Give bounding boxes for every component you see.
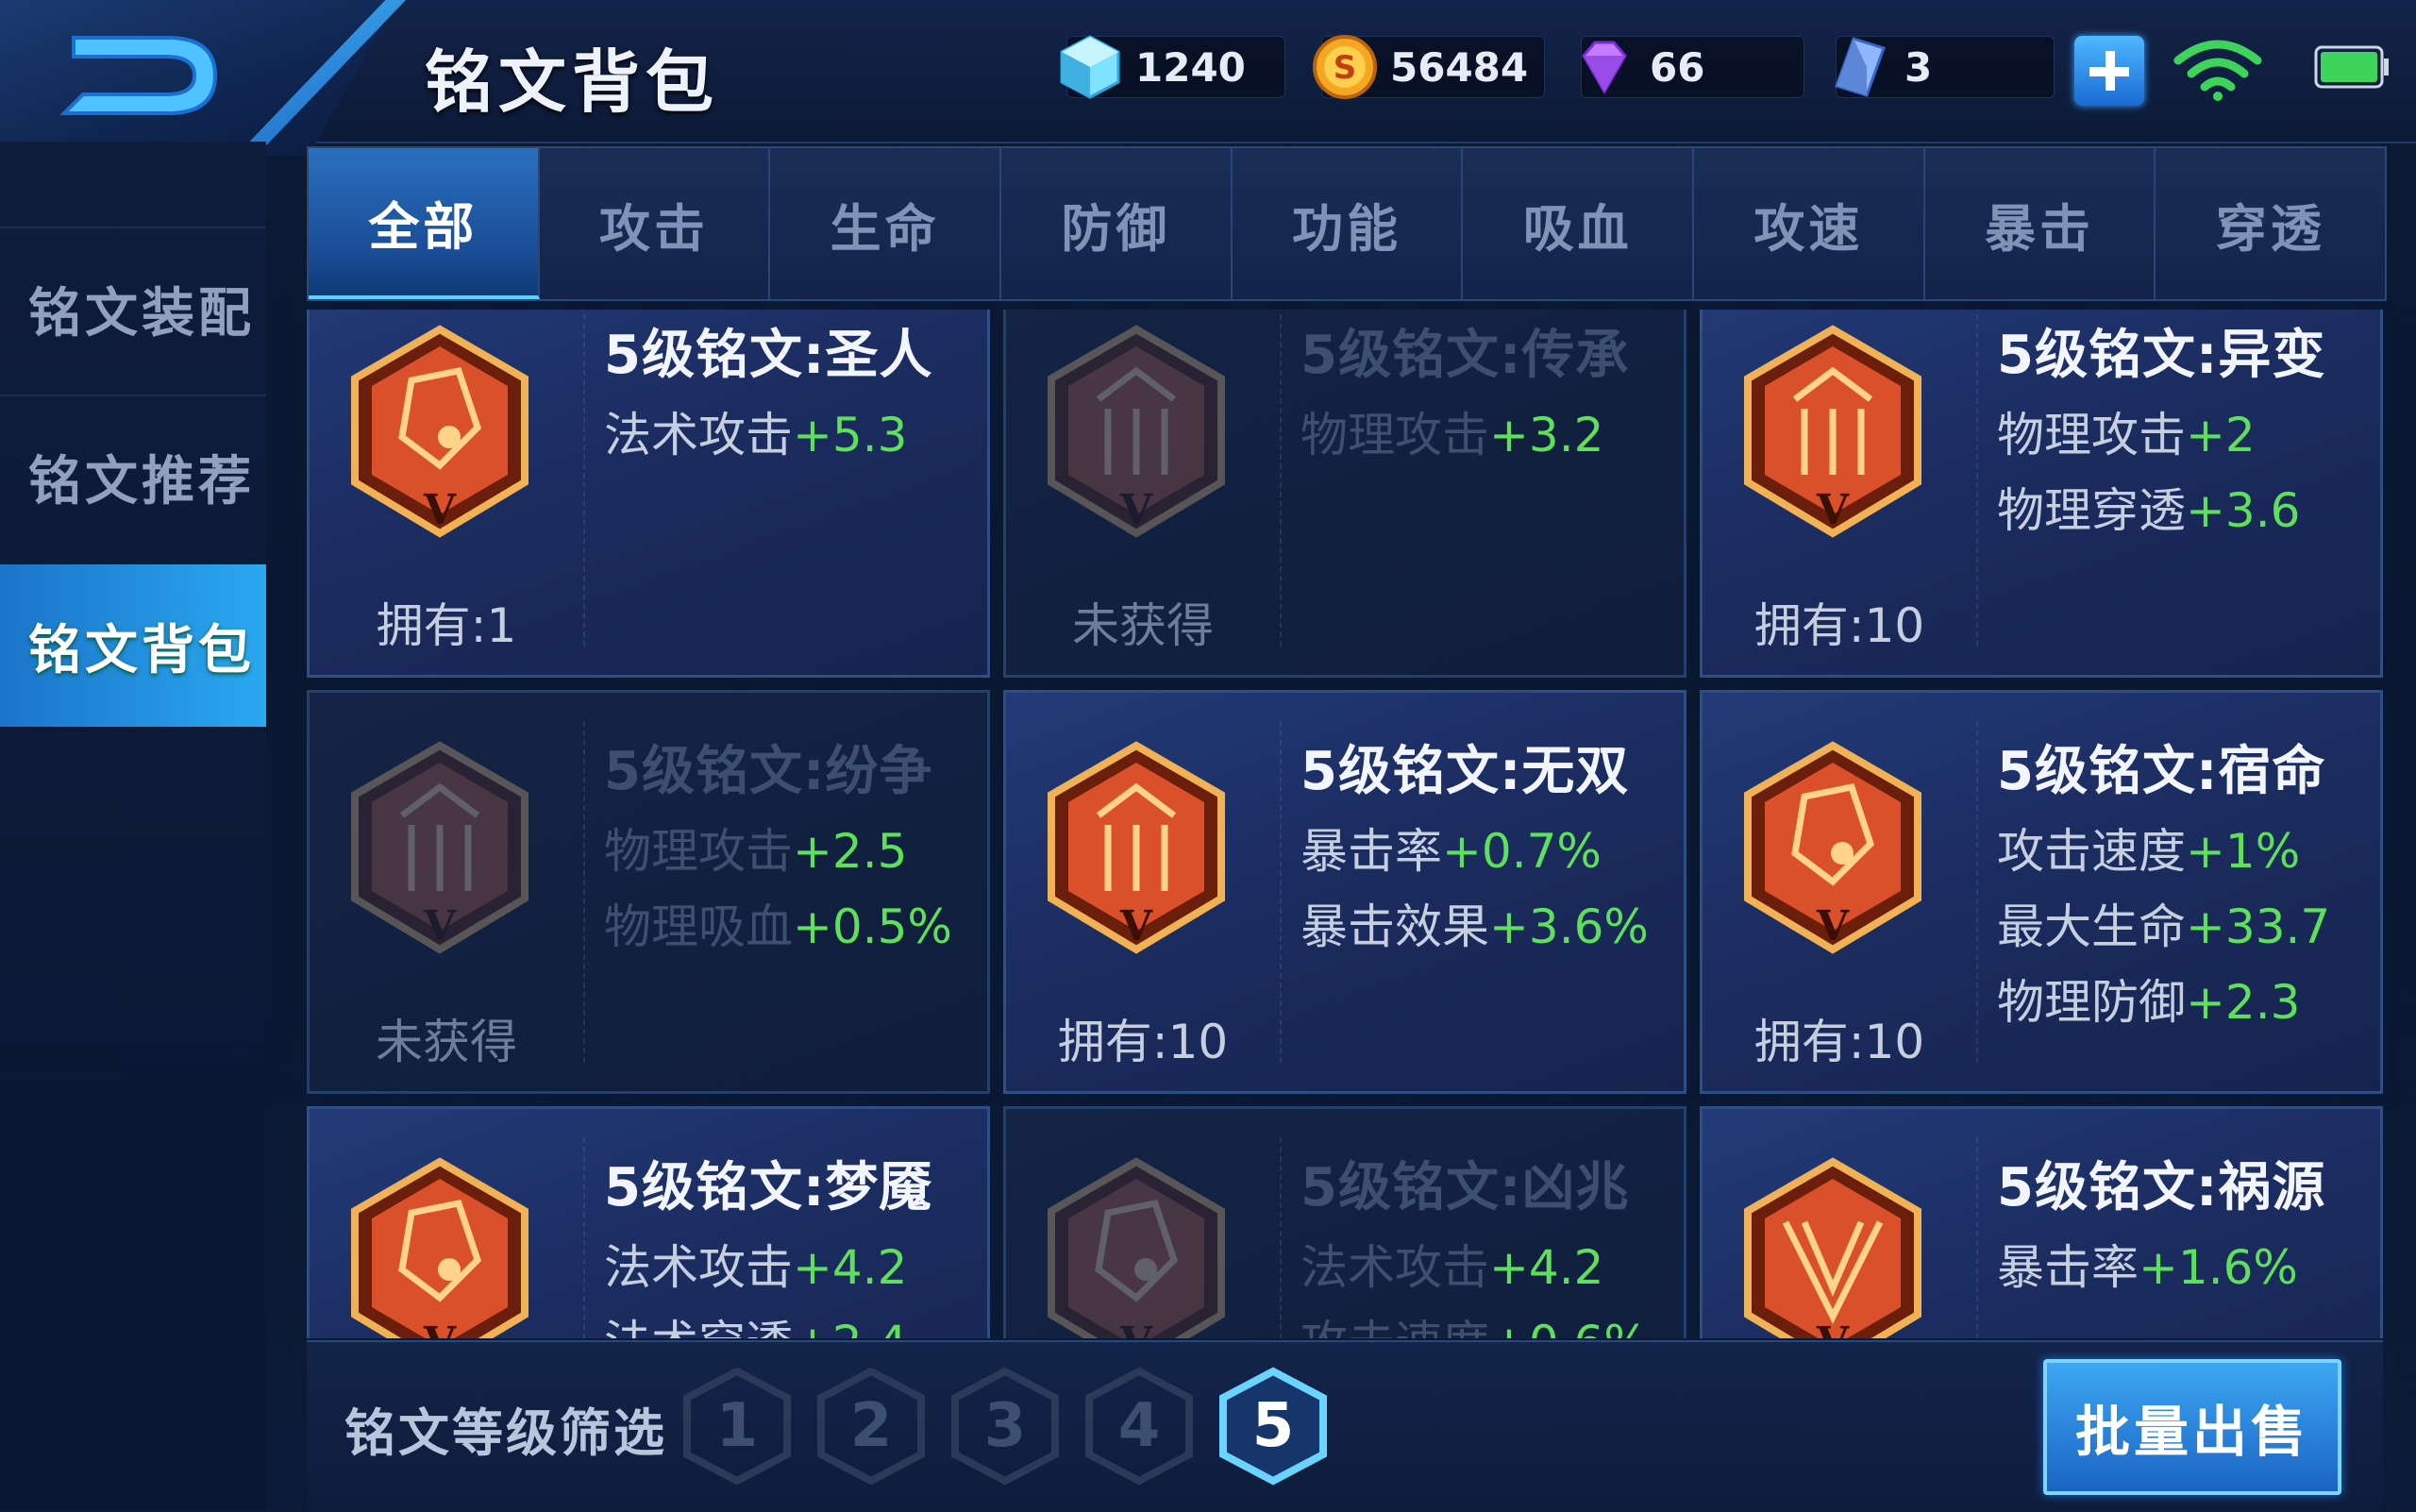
inscription-card[interactable]: V 5级铭文:祸源 暴击率+1.6% — [1700, 1106, 2383, 1338]
owned-count: 未获得 — [1072, 598, 1214, 653]
stat-line: 物理穿透+3.6 — [1997, 483, 2301, 538]
diamond-icon — [1060, 35, 1120, 99]
tab-critical[interactable]: 暴击 — [1925, 148, 2156, 299]
inscription-name: 5级铭文:梦魇 — [604, 1157, 933, 1218]
inscription-badge-icon: V — [1744, 741, 1921, 954]
inscription-card[interactable]: V 拥有:10 5级铭文:无双 暴击率+0.7% 暴击效果+3.6% — [1003, 690, 1686, 1094]
svg-text:V: V — [1816, 1319, 1850, 1338]
inscription-card[interactable]: V 未获得 5级铭文:纷争 物理攻击+2.5 物理吸血+0.5% — [307, 690, 990, 1094]
crystal-shard-icon — [1835, 37, 1886, 97]
svg-text:V: V — [1119, 486, 1153, 534]
inscription-card[interactable]: V 5级铭文:梦魇 法术攻击+4.2 法术穿透+2.4 — [307, 1106, 990, 1338]
gem-counter: 66 — [1581, 36, 1804, 98]
level-filter-5[interactable]: 5 — [1216, 1366, 1331, 1487]
purple-gem-icon — [1582, 41, 1627, 94]
inscription-grid[interactable]: V 拥有:1 5级铭文:圣人 法术攻击+5.3 V 未获得 5级铭文:传承 物理… — [307, 310, 2383, 1338]
inscription-badge-icon: V — [351, 1157, 528, 1338]
gold-count: 56484 — [1390, 44, 1529, 91]
stat-line: 攻击速度+1% — [1997, 824, 2301, 879]
level-filter-label: 铭文等级筛选 — [344, 1403, 667, 1463]
svg-text:V: V — [1119, 902, 1153, 950]
inscription-badge-icon: V — [351, 741, 528, 954]
svg-text:V: V — [1816, 902, 1850, 950]
tab-attack-speed[interactable]: 攻速 — [1694, 148, 1925, 299]
svg-text:V: V — [1816, 486, 1850, 534]
page-title: 铭文背包 — [425, 42, 720, 122]
inscription-card[interactable]: V 未获得 5级铭文:传承 物理攻击+3.2 — [1003, 310, 1686, 678]
stat-line: 物理攻击+2.5 — [604, 824, 908, 879]
inscription-badge-icon: V — [1048, 1157, 1225, 1338]
sidebar-item-inventory[interactable]: 铭文背包 — [0, 564, 266, 727]
gold-coin-icon: S — [1313, 35, 1377, 99]
owned-count: 拥有:1 — [376, 598, 517, 653]
svg-text:V: V — [423, 902, 457, 950]
diamond-count: 1240 — [1135, 44, 1246, 91]
inscription-name: 5级铭文:凶兆 — [1300, 1157, 1630, 1218]
stat-line: 物理攻击+2 — [1997, 408, 2256, 462]
inscription-badge-icon: V — [1048, 741, 1225, 954]
tab-lifesteal[interactable]: 吸血 — [1463, 148, 1695, 299]
inscription-name: 5级铭文:无双 — [1300, 741, 1630, 802]
inscription-name: 5级铭文:祸源 — [1997, 1157, 2326, 1218]
inscription-card[interactable]: V 拥有:10 5级铭文:异变 物理攻击+2 物理穿透+3.6 — [1700, 310, 2383, 678]
wifi-icon — [2173, 40, 2262, 101]
sidebar-item-equip[interactable]: 铭文装配 — [0, 227, 266, 389]
stat-line: 法术穿透+2.4 — [604, 1305, 907, 1338]
inscription-name: 5级铭文:纷争 — [604, 741, 933, 802]
stat-line: 暴击率+0.7% — [1300, 824, 1602, 879]
shard-counter: 3 — [1835, 36, 2055, 98]
owned-count: 拥有:10 — [1753, 598, 1925, 653]
stat-line: 暴击效果+3.6% — [1300, 899, 1649, 954]
inscription-card[interactable]: V 拥有:10 5级铭文:宿命 攻击速度+1% 最大生命+33.7 物理防御+2… — [1700, 690, 2383, 1094]
svg-text:S: S — [1334, 49, 1357, 87]
owned-count: 拥有:10 — [1057, 1015, 1229, 1069]
stat-line: 法术攻击+4.2 — [604, 1240, 908, 1295]
stat-line: 物理防御+2.3 — [1997, 975, 2301, 1030]
tab-all[interactable]: 全部 — [309, 148, 540, 299]
stat-line: 法术攻击+4.2 — [1300, 1240, 1604, 1295]
gold-counter: S 56484 — [1313, 35, 1545, 99]
svg-text:V: V — [423, 1319, 457, 1338]
inscription-badge-icon: V — [1744, 1157, 1921, 1338]
category-tabs: 全部 攻击 生命 防御 功能 吸血 攻速 暴击 穿透 — [307, 146, 2387, 301]
level-filter-4[interactable]: 4 — [1082, 1366, 1197, 1487]
stat-line: 攻击速度+0.6% — [1300, 1305, 1649, 1338]
tab-health[interactable]: 生命 — [770, 148, 1002, 299]
stat-line: 物理攻击+3.2 — [1300, 408, 1604, 462]
level-filter-2[interactable]: 2 — [814, 1366, 929, 1487]
stat-line: 暴击率+1.6% — [1997, 1240, 2298, 1295]
inscription-badge-icon: V — [351, 325, 528, 538]
sidebar: 铭文装配 铭文推荐 铭文背包 — [0, 142, 266, 1510]
inscription-badge-icon: V — [1048, 325, 1225, 538]
tab-defense[interactable]: 防御 — [1001, 148, 1233, 299]
owned-count: 未获得 — [376, 1015, 517, 1069]
back-arrow-icon[interactable] — [55, 28, 225, 123]
svg-text:V: V — [1119, 1319, 1153, 1338]
inscription-name: 5级铭文:宿命 — [1997, 741, 2326, 802]
inscription-name: 5级铭文:传承 — [1300, 325, 1630, 386]
battery-icon — [2314, 45, 2389, 89]
stat-line: 物理吸血+0.5% — [604, 899, 952, 954]
level-filter-3[interactable]: 3 — [948, 1366, 1063, 1487]
add-currency-button[interactable] — [2074, 36, 2144, 106]
svg-text:V: V — [423, 486, 457, 534]
diamond-counter: 1240 — [1060, 35, 1285, 99]
owned-count: 拥有:10 — [1753, 1015, 1925, 1069]
sidebar-item-recommend[interactable]: 铭文推荐 — [0, 395, 266, 557]
inscription-name: 5级铭文:异变 — [1997, 325, 2326, 386]
stat-line: 最大生命+33.7 — [1997, 899, 2331, 954]
inscription-card[interactable]: V 拥有:1 5级铭文:圣人 法术攻击+5.3 — [307, 310, 990, 678]
level-filter-1[interactable]: 1 — [680, 1366, 795, 1487]
inscription-name: 5级铭文:圣人 — [604, 325, 933, 386]
shard-count: 3 — [1904, 44, 1933, 91]
tab-attack[interactable]: 攻击 — [540, 148, 771, 299]
bulk-sell-button[interactable]: 批量出售 — [2043, 1359, 2341, 1495]
gem-count: 66 — [1650, 44, 1705, 91]
stat-line: 法术攻击+5.3 — [604, 408, 908, 462]
inscription-card[interactable]: V 5级铭文:凶兆 法术攻击+4.2 攻击速度+0.6% — [1003, 1106, 1686, 1338]
inscription-badge-icon: V — [1744, 325, 1921, 538]
tab-penetration[interactable]: 穿透 — [2156, 148, 2385, 299]
level-filter-bar: 铭文等级筛选 1 2 3 4 5 批量出售 — [307, 1340, 2383, 1512]
tab-utility[interactable]: 功能 — [1233, 148, 1464, 299]
